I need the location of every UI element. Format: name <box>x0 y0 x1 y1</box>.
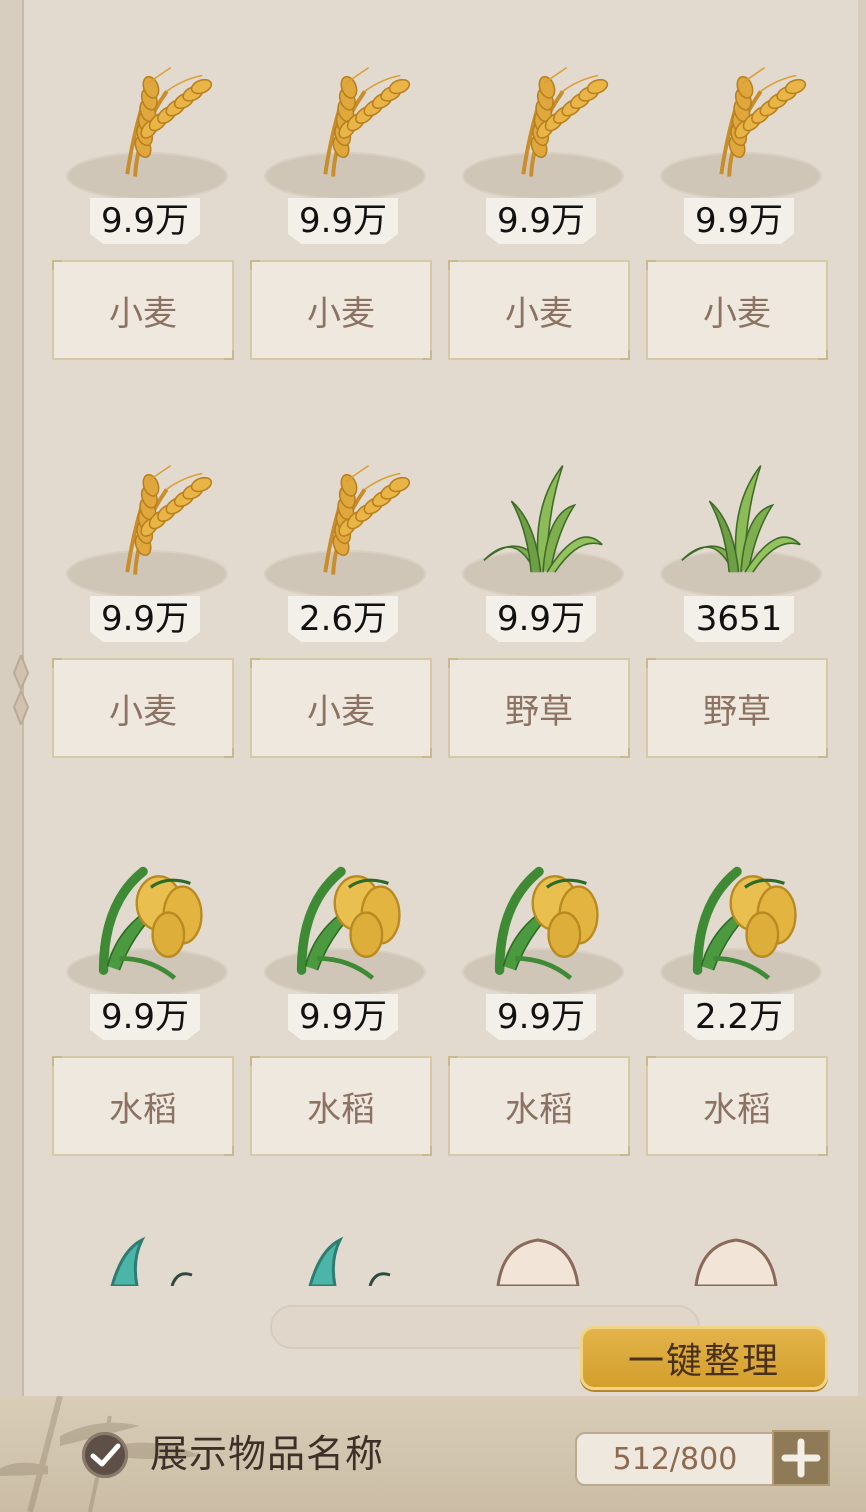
inventory-slot[interactable]: 9.9万 水稻 <box>52 826 236 1156</box>
rice-icon <box>296 866 401 980</box>
wheat-icon <box>323 66 411 177</box>
item-icon-wrap <box>448 30 632 210</box>
item-name: 小麦 <box>250 260 432 360</box>
inventory-slot[interactable]: 9.9万 小麦 <box>448 30 632 360</box>
teal-leaf-icon <box>110 1236 193 1286</box>
item-icon-wrap <box>448 428 632 608</box>
item-icon-wrap <box>448 826 632 1006</box>
item-name: 野草 <box>646 658 828 758</box>
capacity-counter: 512/800 <box>575 1432 775 1486</box>
panel-right-border <box>858 0 866 1512</box>
inventory-slot[interactable]: 9.9万 野草 <box>448 428 632 758</box>
inventory-slot[interactable]: 9.9万 小麦 <box>52 428 236 758</box>
item-icon-wrap <box>250 826 434 1006</box>
inventory-slot-partial[interactable] <box>646 1220 830 1286</box>
item-icon-wrap <box>52 428 236 608</box>
item-icon-wrap <box>250 30 434 210</box>
inventory-slot[interactable]: 9.9万 小麦 <box>52 30 236 360</box>
item-icon-wrap <box>646 30 830 210</box>
inventory-slot[interactable]: 2.6万 小麦 <box>250 428 434 758</box>
inventory-slot[interactable]: 9.9万 水稻 <box>448 826 632 1156</box>
item-icon-wrap <box>250 428 434 608</box>
item-icon-wrap <box>52 30 236 210</box>
inventory-slot-partial[interactable] <box>52 1220 236 1286</box>
item-count: 9.9万 <box>90 994 200 1040</box>
item-count: 9.9万 <box>288 994 398 1040</box>
inventory-slot[interactable]: 3651 野草 <box>646 428 830 758</box>
item-name: 小麦 <box>646 260 828 360</box>
item-count: 2.2万 <box>684 994 794 1040</box>
item-count: 2.6万 <box>288 596 398 642</box>
egg-icon <box>496 1238 580 1286</box>
item-name: 小麦 <box>52 260 234 360</box>
item-name: 小麦 <box>448 260 630 360</box>
sort-button[interactable]: 一键整理 <box>580 1326 828 1390</box>
inventory-slot-partial[interactable] <box>448 1220 632 1286</box>
item-name: 小麦 <box>250 658 432 758</box>
item-count: 9.9万 <box>90 596 200 642</box>
wheat-icon <box>323 464 411 575</box>
item-icon-wrap <box>646 826 830 1006</box>
item-count: 9.9万 <box>288 198 398 244</box>
item-name: 水稻 <box>448 1056 630 1156</box>
item-icon-wrap <box>52 826 236 1006</box>
item-name: 水稻 <box>250 1056 432 1156</box>
teal-leaf-icon <box>308 1236 391 1286</box>
rice-icon <box>98 866 203 980</box>
item-name: 水稻 <box>646 1056 828 1156</box>
wheat-icon <box>125 464 213 575</box>
grass-icon <box>681 465 801 573</box>
item-name: 野草 <box>448 658 630 758</box>
grass-icon <box>483 465 603 573</box>
wheat-icon <box>719 66 807 177</box>
item-count: 9.9万 <box>486 596 596 642</box>
item-icon-wrap <box>646 428 830 608</box>
inventory-slot[interactable]: 9.9万 水稻 <box>250 826 434 1156</box>
inventory-scroll-area[interactable]: 9.9万 小麦 9.9万 小麦 9.9万 小麦 9.9万 小麦 9.9万 小麦 … <box>22 0 858 1288</box>
item-count: 3651 <box>684 596 794 642</box>
plus-icon <box>781 1438 821 1478</box>
item-name: 水稻 <box>52 1056 234 1156</box>
inventory-partial-row <box>52 1220 852 1286</box>
rice-icon <box>494 866 599 980</box>
inventory-grid: 9.9万 小麦 9.9万 小麦 9.9万 小麦 9.9万 小麦 9.9万 小麦 … <box>52 30 830 1156</box>
expand-capacity-button[interactable] <box>772 1430 830 1486</box>
item-name: 小麦 <box>52 658 234 758</box>
item-count: 9.9万 <box>684 198 794 244</box>
checkmark-icon <box>90 1443 121 1467</box>
rice-icon <box>692 866 797 980</box>
item-count: 9.9万 <box>90 198 200 244</box>
egg-icon <box>694 1238 778 1286</box>
wheat-icon <box>521 66 609 177</box>
item-count: 9.9万 <box>486 198 596 244</box>
wheat-icon <box>125 66 213 177</box>
show-names-checkbox[interactable] <box>82 1432 128 1478</box>
panel-left-border <box>0 0 24 1512</box>
show-names-label: 展示物品名称 <box>150 1432 385 1476</box>
inventory-slot-partial[interactable] <box>250 1220 434 1286</box>
item-count: 9.9万 <box>486 994 596 1040</box>
inventory-slot[interactable]: 9.9万 小麦 <box>250 30 434 360</box>
inventory-slot[interactable]: 2.2万 水稻 <box>646 826 830 1156</box>
inventory-slot[interactable]: 9.9万 小麦 <box>646 30 830 360</box>
